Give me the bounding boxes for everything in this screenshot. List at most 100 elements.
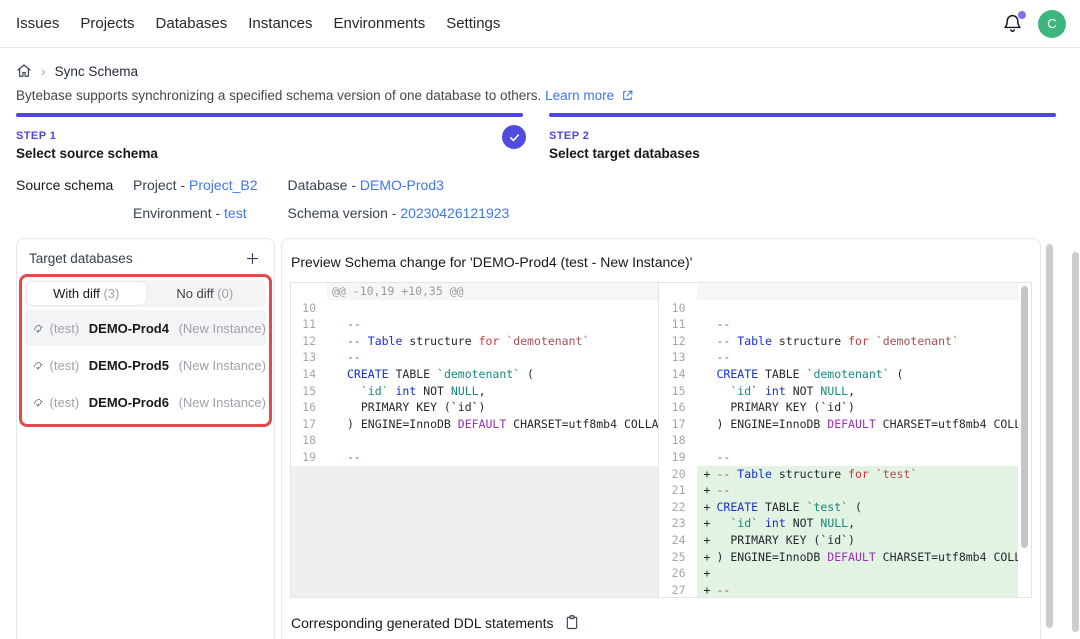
line-code: +-- <box>697 582 1019 597</box>
intro-text: Bytebase supports synchronizing a specif… <box>0 79 1080 103</box>
diff-line: 15 `id` int NOT NULL, <box>291 383 658 400</box>
line-code: + `id` int NOT NULL, <box>697 515 1019 532</box>
source-link-20230426121923[interactable]: 20230426121923 <box>400 205 509 221</box>
step-complete-check-icon <box>502 125 526 149</box>
line-number: 14 <box>291 366 327 383</box>
source-field-schema-version: Schema version - 20230426121923 <box>288 205 540 221</box>
line-code: -- <box>697 349 1019 366</box>
nav-item-projects[interactable]: Projects <box>80 15 134 32</box>
source-link-demo-prod3[interactable]: DEMO-Prod3 <box>360 177 444 193</box>
nav-item-issues[interactable]: Issues <box>16 15 59 32</box>
nav-item-settings[interactable]: Settings <box>446 15 500 32</box>
db-row-demo-prod4[interactable]: (test) DEMO-Prod4 (New Instance) <box>25 310 266 346</box>
page-title: Sync Schema <box>55 64 138 79</box>
source-link-project-b2[interactable]: Project_B2 <box>189 177 257 193</box>
breadcrumb: › Sync Schema <box>0 48 1080 79</box>
diff-line: 14CREATE TABLE `demotenant` ( <box>659 366 1019 383</box>
editor-scrollbar[interactable] <box>1018 283 1031 597</box>
line-code: CREATE TABLE `demotenant` ( <box>327 366 658 383</box>
diff-line: 17) ENGINE=InnoDB DEFAULT CHARSET=utf8mb… <box>291 416 658 433</box>
db-row-demo-prod5[interactable]: (test) DEMO-Prod5 (New Instance) <box>25 347 266 383</box>
diff-line: 10 <box>291 300 658 317</box>
editor-scrollbar-thumb[interactable] <box>1021 286 1028 548</box>
line-number <box>291 283 327 300</box>
line-code: -- <box>327 449 658 466</box>
line-number: 12 <box>291 333 327 350</box>
source-link-test[interactable]: test <box>224 205 247 221</box>
line-number: 23 <box>659 515 697 532</box>
source-schema-section: Source schema Project - Project_B2 Enviro… <box>0 161 1080 221</box>
line-code: +-- Table structure for `test` <box>697 466 1019 483</box>
tab-with-diff[interactable]: With diff (3) <box>27 282 146 305</box>
notifications-button[interactable] <box>1002 13 1024 35</box>
mysql-icon <box>33 321 44 336</box>
line-code: -- <box>697 316 1019 333</box>
diff-line: 19-- <box>659 449 1019 466</box>
preview-panel: Preview Schema change for 'DEMO-Prod4 (t… <box>281 238 1041 639</box>
db-row-demo-prod6[interactable]: (test) DEMO-Prod6 (New Instance) <box>25 384 266 420</box>
nav-item-databases[interactable]: Databases <box>156 15 228 32</box>
nav-item-instances[interactable]: Instances <box>248 15 312 32</box>
external-link-icon[interactable] <box>621 89 634 102</box>
line-number: 16 <box>291 399 327 416</box>
diff-line: 22+CREATE TABLE `test` ( <box>659 499 1019 516</box>
diff-line: 27+-- <box>659 582 1019 597</box>
diff-line: 19-- <box>291 449 658 466</box>
main-menu: Issues Projects Databases Instances Environm… <box>16 15 500 32</box>
line-code: `id` int NOT NULL, <box>697 383 1019 400</box>
target-databases-panel: Target databases With diff (3)No diff (0… <box>16 238 275 639</box>
learn-more-link[interactable]: Learn more <box>545 88 614 103</box>
schema-diff-editor[interactable]: @@ -10,19 +10,35 @@1011--12-- Table stru… <box>290 282 1032 598</box>
add-target-database-button[interactable] <box>242 248 262 268</box>
tab-no-diff[interactable]: No diff (0) <box>146 282 265 305</box>
line-number: 21 <box>659 482 697 499</box>
panel-scrollbar[interactable] <box>1046 244 1053 628</box>
line-code: + <box>697 565 1019 582</box>
added-marker: + <box>704 582 711 597</box>
diff-line: 25+) ENGINE=InnoDB DEFAULT CHARSET=utf8m… <box>659 549 1019 566</box>
line-code: +-- <box>697 482 1019 499</box>
diff-line: 21+-- <box>659 482 1019 499</box>
diff-line: 16 PRIMARY KEY (`id`) <box>659 399 1019 416</box>
db-environment: (test) <box>50 321 80 336</box>
home-icon[interactable] <box>16 63 32 79</box>
page-scrollbar[interactable] <box>1072 252 1079 632</box>
source-schema-label: Source schema <box>16 177 133 221</box>
added-marker: + <box>704 466 711 483</box>
added-marker: + <box>704 532 711 549</box>
diff-line: 10 <box>659 300 1019 317</box>
diff-line: 20+-- Table structure for `test` <box>659 466 1019 483</box>
step-1: STEP 1 Select source schema <box>16 113 523 161</box>
nav-item-environments[interactable]: Environments <box>333 15 425 32</box>
stepper: STEP 1 Select source schema STEP 2 Selec… <box>0 103 1080 161</box>
line-code: PRIMARY KEY (`id`) <box>697 399 1019 416</box>
line-code: ) ENGINE=InnoDB DEFAULT CHARSET=utf8mb4 … <box>327 416 658 433</box>
target-databases-title: Target databases <box>29 251 133 266</box>
source-field-name: Environment - <box>133 205 224 221</box>
added-marker: + <box>704 482 711 499</box>
diff-filler-region <box>291 466 658 597</box>
added-marker: + <box>704 499 711 516</box>
avatar[interactable]: C <box>1038 10 1066 38</box>
line-number: 14 <box>659 366 697 383</box>
diff-pane-original: @@ -10,19 +10,35 @@1011--12-- Table stru… <box>291 283 659 597</box>
line-number: 24 <box>659 532 697 549</box>
copy-icon[interactable] <box>564 614 580 631</box>
db-suffix: (New Instance) <box>175 358 266 373</box>
diff-pane-modified: 1011--12-- Table structure for `demotena… <box>659 283 1019 597</box>
step-1-title: Select source schema <box>16 146 523 161</box>
line-number: 15 <box>659 383 697 400</box>
line-code: -- Table structure for `demotenant` <box>327 333 658 350</box>
diff-line: 18 <box>659 432 1019 449</box>
source-field-project: Project - Project_B2 <box>133 177 288 193</box>
added-marker: + <box>704 549 711 566</box>
line-number: 16 <box>659 399 697 416</box>
diff-line: 11-- <box>291 316 658 333</box>
line-code: `id` int NOT NULL, <box>327 383 658 400</box>
line-number: 17 <box>659 416 697 433</box>
line-code: -- <box>697 449 1019 466</box>
tab-label: With diff <box>53 286 103 301</box>
source-schema-fields: Project - Project_B2Environment - testDa… <box>133 177 539 221</box>
line-number: 11 <box>659 316 697 333</box>
preview-title: Preview Schema change for 'DEMO-Prod4 (t… <box>291 254 1032 270</box>
